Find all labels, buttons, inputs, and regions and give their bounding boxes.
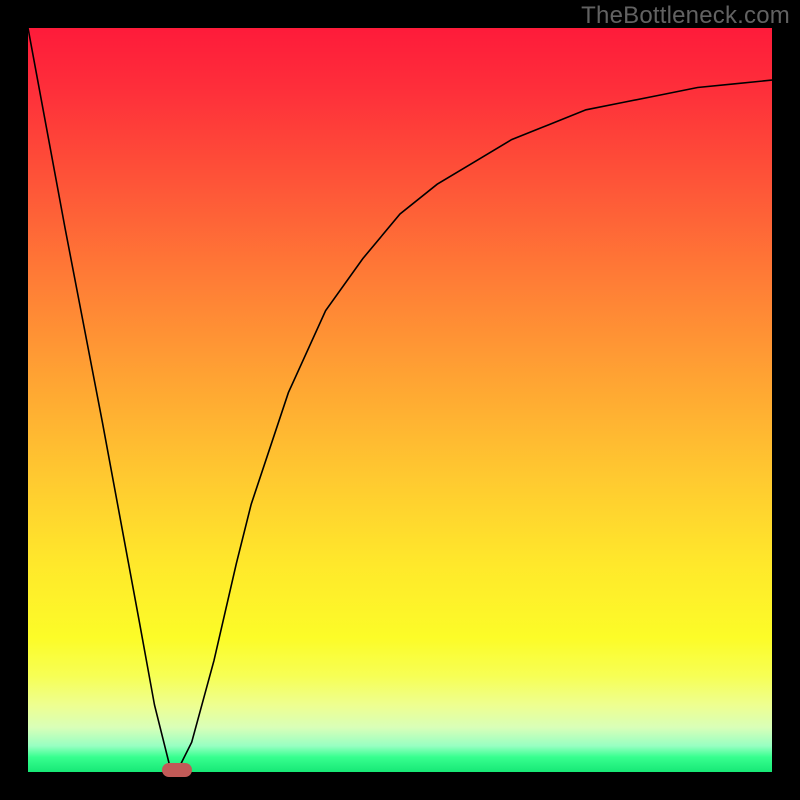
chart-frame: TheBottleneck.com	[0, 0, 800, 800]
bottleneck-curve	[28, 28, 772, 772]
curve-path	[28, 28, 772, 772]
watermark-text: TheBottleneck.com	[581, 2, 790, 30]
plot-area	[28, 28, 772, 772]
minimum-marker	[162, 763, 192, 777]
